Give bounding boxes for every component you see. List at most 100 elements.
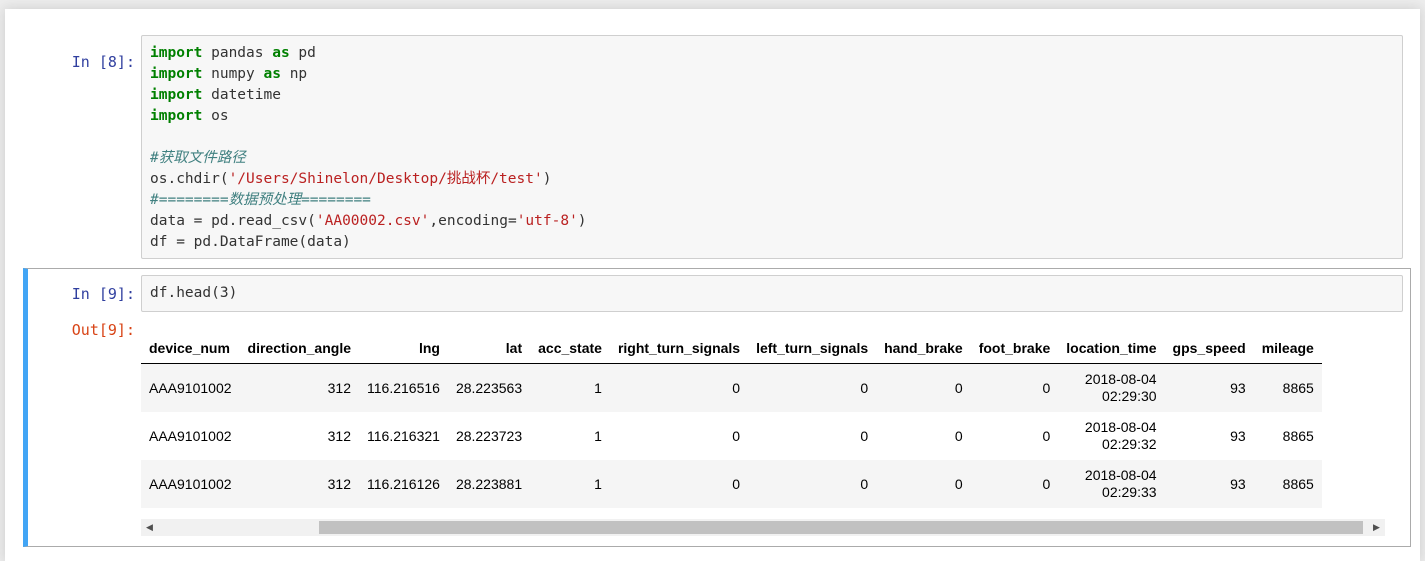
code-token: pandas: [202, 45, 273, 61]
code-line: #========数据预处理========: [150, 190, 1394, 211]
table-cell: 8865: [1282, 475, 1314, 492]
table-cell: 116.216321: [367, 427, 440, 444]
code-line: import os: [150, 106, 1394, 127]
code-line: import numpy as np: [150, 64, 1394, 85]
table-cell: 0: [954, 427, 963, 444]
column-header-mileage: mileage: [1253, 333, 1322, 364]
code-token: ,encoding=: [429, 213, 517, 229]
table-cell: 1: [594, 475, 602, 492]
column-header-direction-angle: direction_angle: [239, 333, 359, 364]
dataframe-output: device_num direction_angle lng lat acc_state…: [141, 333, 1385, 508]
column-header-location-time: location_time: [1058, 333, 1165, 364]
table-cell: 0: [860, 475, 869, 492]
code-editor[interactable]: import pandas as pd import numpy as np imp…: [141, 35, 1403, 259]
code-token: numpy: [202, 66, 264, 82]
column-header-lng: lng: [359, 333, 448, 364]
code-token: ): [542, 171, 552, 187]
column-header-gps-speed: gps_speed: [1164, 333, 1254, 364]
input-prompt: In [8]:: [71, 53, 135, 71]
table-cell: 93: [1230, 379, 1246, 396]
string-token: 'AA00002.csv': [315, 213, 430, 229]
column-header-lat: lat: [447, 333, 531, 364]
column-header-left-turn-signals: left_turn_signals: [748, 333, 877, 364]
table-cell: 0: [732, 475, 741, 492]
table-cell: AAA9101002: [149, 427, 232, 444]
column-header-foot-brake: foot_brake: [970, 333, 1059, 364]
table-cell: 28.223723: [455, 427, 523, 444]
keyword-token: import: [150, 66, 203, 82]
table-cell: 0: [1042, 427, 1051, 444]
code-cell-8[interactable]: In [8]: import pandas as pd import numpy …: [23, 32, 1415, 266]
table-cell: 0: [1042, 475, 1051, 492]
table-cell: 0: [954, 475, 963, 492]
keyword-token: import: [150, 45, 203, 61]
table-cell: 0: [732, 427, 741, 444]
table-cell: 312: [327, 427, 351, 444]
input-prompt: In [9]:: [71, 285, 135, 303]
table-cell: 312: [327, 475, 351, 492]
keyword-token: import: [150, 108, 203, 124]
code-line: #获取文件路径: [150, 148, 1394, 169]
code-editor[interactable]: df.head(3): [141, 275, 1403, 312]
table-cell: 0: [732, 379, 741, 396]
table-cell: 93: [1230, 427, 1246, 444]
column-header-hand-brake: hand_brake: [876, 333, 971, 364]
code-line: data = pd.read_csv('AA00002.csv',encodin…: [150, 211, 1394, 232]
table-cell: 0: [860, 379, 869, 396]
code-line: os.chdir('/Users/Shinelon/Desktop/挑战杯/te…: [150, 169, 1394, 190]
comment-token: #获取文件路径: [150, 150, 246, 166]
code-token: data = pd.read_csv(: [150, 213, 316, 229]
output-prompt: Out[9]:: [71, 321, 135, 339]
table-cell: 0: [954, 379, 963, 396]
table-cell: 0: [860, 427, 869, 444]
code-token: os.chdir(: [150, 171, 229, 187]
string-token: '/Users/Shinelon/Desktop/挑战杯/test': [228, 171, 543, 187]
code-token: pd: [289, 45, 316, 61]
keyword-token: as: [263, 66, 281, 82]
scrollbar-thumb[interactable]: [319, 521, 1363, 534]
comment-token: #========数据预处理========: [150, 192, 371, 208]
code-line: import pandas as pd: [150, 43, 1394, 64]
keyword-token: import: [150, 87, 203, 103]
table-cell: 8865: [1282, 379, 1314, 396]
code-token: ): [577, 213, 587, 229]
table-cell: 2018-08-04 02:29:32: [1084, 419, 1157, 452]
code-token: os: [202, 108, 229, 124]
code-token: datetime: [202, 87, 281, 103]
table-cell: 1: [594, 427, 602, 444]
table-cell: 28.223563: [455, 379, 523, 396]
table-cell: AAA9101002: [149, 379, 232, 396]
code-token: df = pd.DataFrame(data): [150, 234, 351, 250]
notebook-container: In [8]: import pandas as pd import numpy …: [5, 9, 1420, 561]
string-token: 'utf-8': [516, 213, 578, 229]
column-header-device-num: device_num: [141, 333, 240, 364]
table-cell: 28.223881: [455, 475, 523, 492]
code-token: np: [280, 66, 308, 82]
horizontal-scrollbar[interactable]: ◀ ▶: [141, 519, 1385, 536]
code-line: df = pd.DataFrame(data): [150, 232, 1394, 253]
code-line: df.head(3): [150, 283, 1394, 304]
table-cell: 1: [594, 379, 602, 396]
code-token: df.head(3): [150, 285, 238, 301]
code-line: import datetime: [150, 85, 1394, 106]
table-body: AAA9101002 312 116.216516 28.223563 1 0 0 0 0 201…: [141, 363, 1322, 508]
column-header-right-turn-signals: right_turn_signals: [609, 333, 749, 364]
keyword-token: as: [272, 45, 290, 61]
table-cell: 8865: [1282, 427, 1314, 444]
table-cell: 116.216126: [367, 475, 440, 492]
table-cell: 0: [1042, 379, 1051, 396]
column-header-acc-state: acc_state: [530, 333, 610, 364]
table-cell: 2018-08-04 02:29:33: [1084, 467, 1157, 500]
table-header-row: device_num direction_angle lng lat acc_state…: [141, 333, 1322, 364]
table-cell: 116.216516: [367, 379, 440, 396]
table-cell: 312: [327, 379, 351, 396]
scroll-right-icon[interactable]: ▶: [1368, 519, 1385, 536]
table-row: AAA9101002 312 116.216126 28.223881 1 0 0 0 0 201…: [141, 460, 1322, 508]
table-cell: 93: [1230, 475, 1246, 492]
table-row: AAA9101002 312 116.216516 28.223563 1 0 0 0 0 201…: [141, 363, 1322, 412]
scroll-left-icon[interactable]: ◀: [141, 519, 158, 536]
table-cell: 2018-08-04 02:29:30: [1084, 371, 1157, 404]
dataframe-table: device_num direction_angle lng lat acc_state…: [141, 333, 1322, 508]
code-cell-9[interactable]: In [9]: df.head(3) Out[9]: device_num dir…: [23, 268, 1411, 547]
